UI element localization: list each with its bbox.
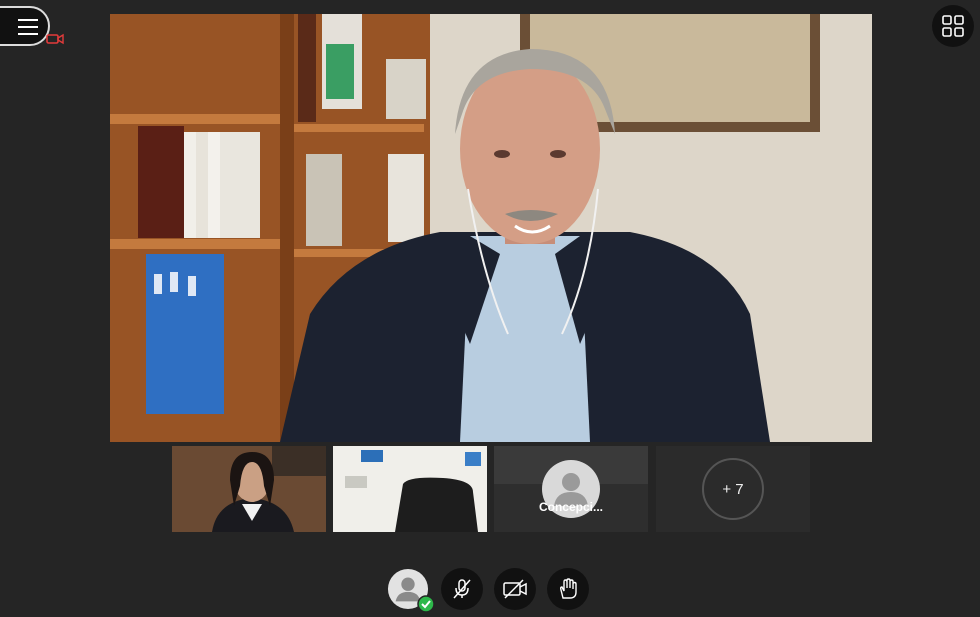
participant-video [333,446,487,532]
menu-button[interactable] [0,6,50,46]
hamburger-icon [18,19,38,40]
mute-microphone-button[interactable] [441,568,483,610]
microphone-off-icon [453,579,471,599]
speaker-video-frame [110,14,872,442]
more-participants-count: + 7 [702,458,764,520]
participant-video [172,446,326,532]
more-participants-tile[interactable]: + 7 [656,446,810,532]
recording-camera-icon [46,33,64,45]
participant-name: Concepci... [538,500,603,514]
layout-grid-button[interactable] [932,5,974,47]
disable-camera-button[interactable] [494,568,536,610]
status-check-icon [417,595,435,613]
main-speaker-video [110,14,872,442]
raise-hand-icon [559,578,577,599]
participant-thumbnail[interactable]: Concepci... [494,446,648,532]
grid-view-icon [942,15,964,37]
self-avatar-button[interactable] [387,568,435,613]
participant-thumbnail[interactable] [172,446,326,532]
camera-off-icon [503,579,527,599]
raise-hand-button[interactable] [547,568,589,610]
participant-thumbnail[interactable] [333,446,487,532]
